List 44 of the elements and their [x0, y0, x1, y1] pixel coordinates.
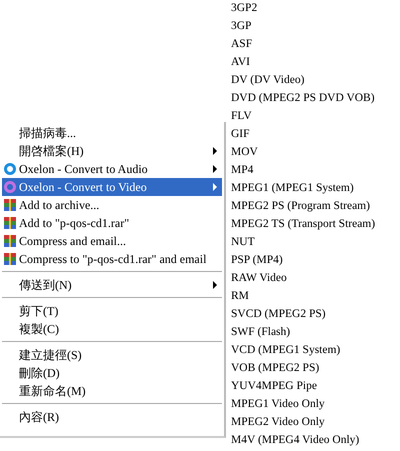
menu-item[interactable]: Oxelon - Convert to Audio — [2, 160, 222, 178]
menu-item[interactable]: AVI — [231, 53, 400, 71]
menu-item[interactable]: Add to archive... — [2, 196, 222, 214]
menu-item[interactable]: 重新命名(M) — [2, 382, 222, 400]
menu-item[interactable]: 內容(R) — [2, 408, 222, 426]
books-icon — [3, 198, 17, 212]
menu-item[interactable]: MPEG2 PS (Program Stream) — [231, 197, 400, 215]
menu-item[interactable]: 傳送到(N) — [2, 276, 222, 294]
menu-item[interactable]: Oxelon - Convert to Video — [2, 178, 222, 196]
menu-item[interactable]: VOB (MPEG2 PS) — [231, 359, 400, 377]
menu-item[interactable]: 3GP2 — [231, 0, 400, 17]
menu-item[interactable]: Add to "p-qos-cd1.rar" — [2, 214, 222, 232]
books-icon — [3, 216, 17, 230]
menu-item[interactable]: 開啓檔案(H) — [2, 142, 222, 160]
menu-item[interactable]: MPEG2 TS (Transport Stream) — [231, 215, 400, 233]
menu-item[interactable]: 剪下(T) — [2, 302, 222, 320]
menu-item[interactable]: SWF (Flash) — [231, 323, 400, 341]
menu-item[interactable]: M4V (MPEG4 Video Only) — [231, 431, 400, 449]
menu-item[interactable]: MPEG2 Video Only — [231, 413, 400, 431]
menu-item[interactable]: RM — [231, 287, 400, 305]
menu-item[interactable]: MP4 — [231, 161, 400, 179]
books-icon — [3, 234, 17, 248]
menu-item[interactable]: 掃描病毒... — [2, 124, 222, 142]
books-icon — [3, 252, 17, 266]
menu-item[interactable]: DV (DV Video) — [231, 71, 400, 89]
menu-item[interactable]: Compress and email... — [2, 232, 222, 250]
menu-item[interactable]: RAW Video — [231, 269, 400, 287]
menu-item[interactable]: DVD (MPEG2 PS DVD VOB) — [231, 89, 400, 107]
menu-item[interactable]: 刪除(D) — [2, 364, 222, 382]
menu-item[interactable]: PSP (MP4) — [231, 251, 400, 269]
menu-item[interactable]: MPEG1 (MPEG1 System) — [231, 179, 400, 197]
menu-item[interactable]: MPEG1 Video Only — [231, 395, 400, 413]
menu-item[interactable]: GIF — [231, 125, 400, 143]
menu-item[interactable]: MOV — [231, 143, 400, 161]
menu-item[interactable]: 複製(C) — [2, 320, 222, 338]
menu-item[interactable]: ASF — [231, 35, 400, 53]
menu-item[interactable]: NUT — [231, 233, 400, 251]
menu-item[interactable]: SVCD (MPEG2 PS) — [231, 305, 400, 323]
menu-item[interactable]: Compress to "p-qos-cd1.rar" and email — [2, 250, 222, 268]
menu-item[interactable]: FLV — [231, 107, 400, 125]
menu-item[interactable]: VCD (MPEG1 System) — [231, 341, 400, 359]
menu-item[interactable]: 3GP — [231, 17, 400, 35]
menu-item[interactable]: YUV4MPEG Pipe — [231, 377, 400, 395]
menu-item[interactable]: 建立捷徑(S) — [2, 346, 222, 364]
